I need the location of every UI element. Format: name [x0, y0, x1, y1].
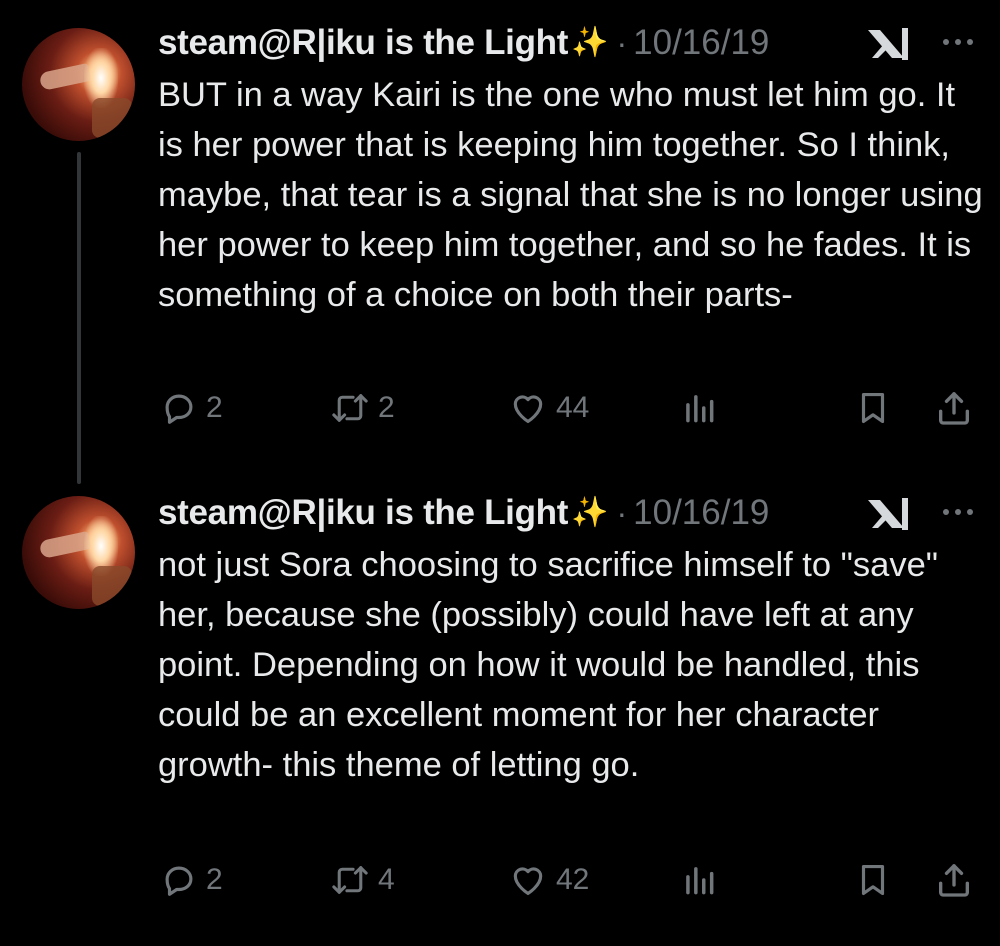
reply-button[interactable]: 2	[160, 860, 223, 900]
more-icon[interactable]	[938, 32, 978, 52]
retweet-button[interactable]: 2	[330, 388, 395, 428]
bookmark-button[interactable]	[854, 860, 892, 900]
bookmark-icon	[861, 392, 885, 424]
tweet-actions: 2 4 42	[158, 860, 988, 900]
views-icon	[686, 867, 714, 895]
bookmark-button[interactable]	[854, 388, 892, 428]
tweet-date[interactable]: 10/16/19	[633, 23, 769, 63]
retweet-count: 4	[378, 863, 395, 896]
bookmark-icon	[861, 864, 885, 896]
x-logo-icon	[868, 498, 908, 530]
tweet-content: steam@R|iku is the Light ✨ · 10/16/19 no…	[158, 488, 988, 897]
author-name[interactable]: steam@R|iku is the Light	[158, 23, 568, 63]
retweet-count: 2	[378, 391, 395, 424]
tweet-text: not just Sora choosing to sacrifice hims…	[158, 546, 939, 784]
sparkles-icon: ✨	[571, 496, 609, 529]
heart-icon	[513, 395, 543, 424]
views-button[interactable]	[680, 860, 718, 900]
avatar[interactable]	[22, 28, 135, 141]
like-count: 42	[556, 863, 590, 896]
header-separator: ·	[616, 24, 628, 61]
tweet-actions: 2 2 44	[158, 388, 988, 428]
tweet-header: steam@R|iku is the Light ✨ · 10/16/19	[158, 488, 988, 538]
more-icon[interactable]	[938, 502, 978, 522]
tweet-content: steam@R|iku is the Light ✨ · 10/16/19 BU…	[158, 18, 988, 425]
reply-count: 2	[206, 863, 223, 896]
avatar[interactable]	[22, 496, 135, 609]
x-logo-icon	[868, 28, 908, 60]
retweet-icon	[332, 394, 368, 422]
views-icon	[686, 395, 714, 423]
retweet-icon	[332, 866, 368, 894]
reply-count: 2	[206, 391, 223, 424]
share-button[interactable]	[934, 388, 974, 428]
header-separator: ·	[616, 494, 628, 531]
like-count: 44	[556, 391, 590, 424]
thread-connector-line	[77, 152, 81, 484]
tweet-text: BUT in a way Kairi is the one who must l…	[158, 76, 983, 314]
reply-button[interactable]: 2	[160, 388, 223, 428]
share-icon	[939, 864, 969, 897]
views-button[interactable]	[680, 388, 718, 428]
retweet-button[interactable]: 4	[330, 860, 395, 900]
tweet-header: steam@R|iku is the Light ✨ · 10/16/19	[158, 18, 988, 68]
sparkles-icon: ✨	[571, 26, 609, 59]
author-name[interactable]: steam@R|iku is the Light	[158, 493, 568, 533]
reply-icon	[165, 866, 193, 896]
tweet-date[interactable]: 10/16/19	[633, 493, 769, 533]
share-icon	[939, 392, 969, 425]
heart-icon	[513, 867, 543, 896]
share-button[interactable]	[934, 860, 974, 900]
reply-icon	[165, 394, 193, 424]
like-button[interactable]: 44	[508, 388, 589, 428]
like-button[interactable]: 42	[508, 860, 589, 900]
